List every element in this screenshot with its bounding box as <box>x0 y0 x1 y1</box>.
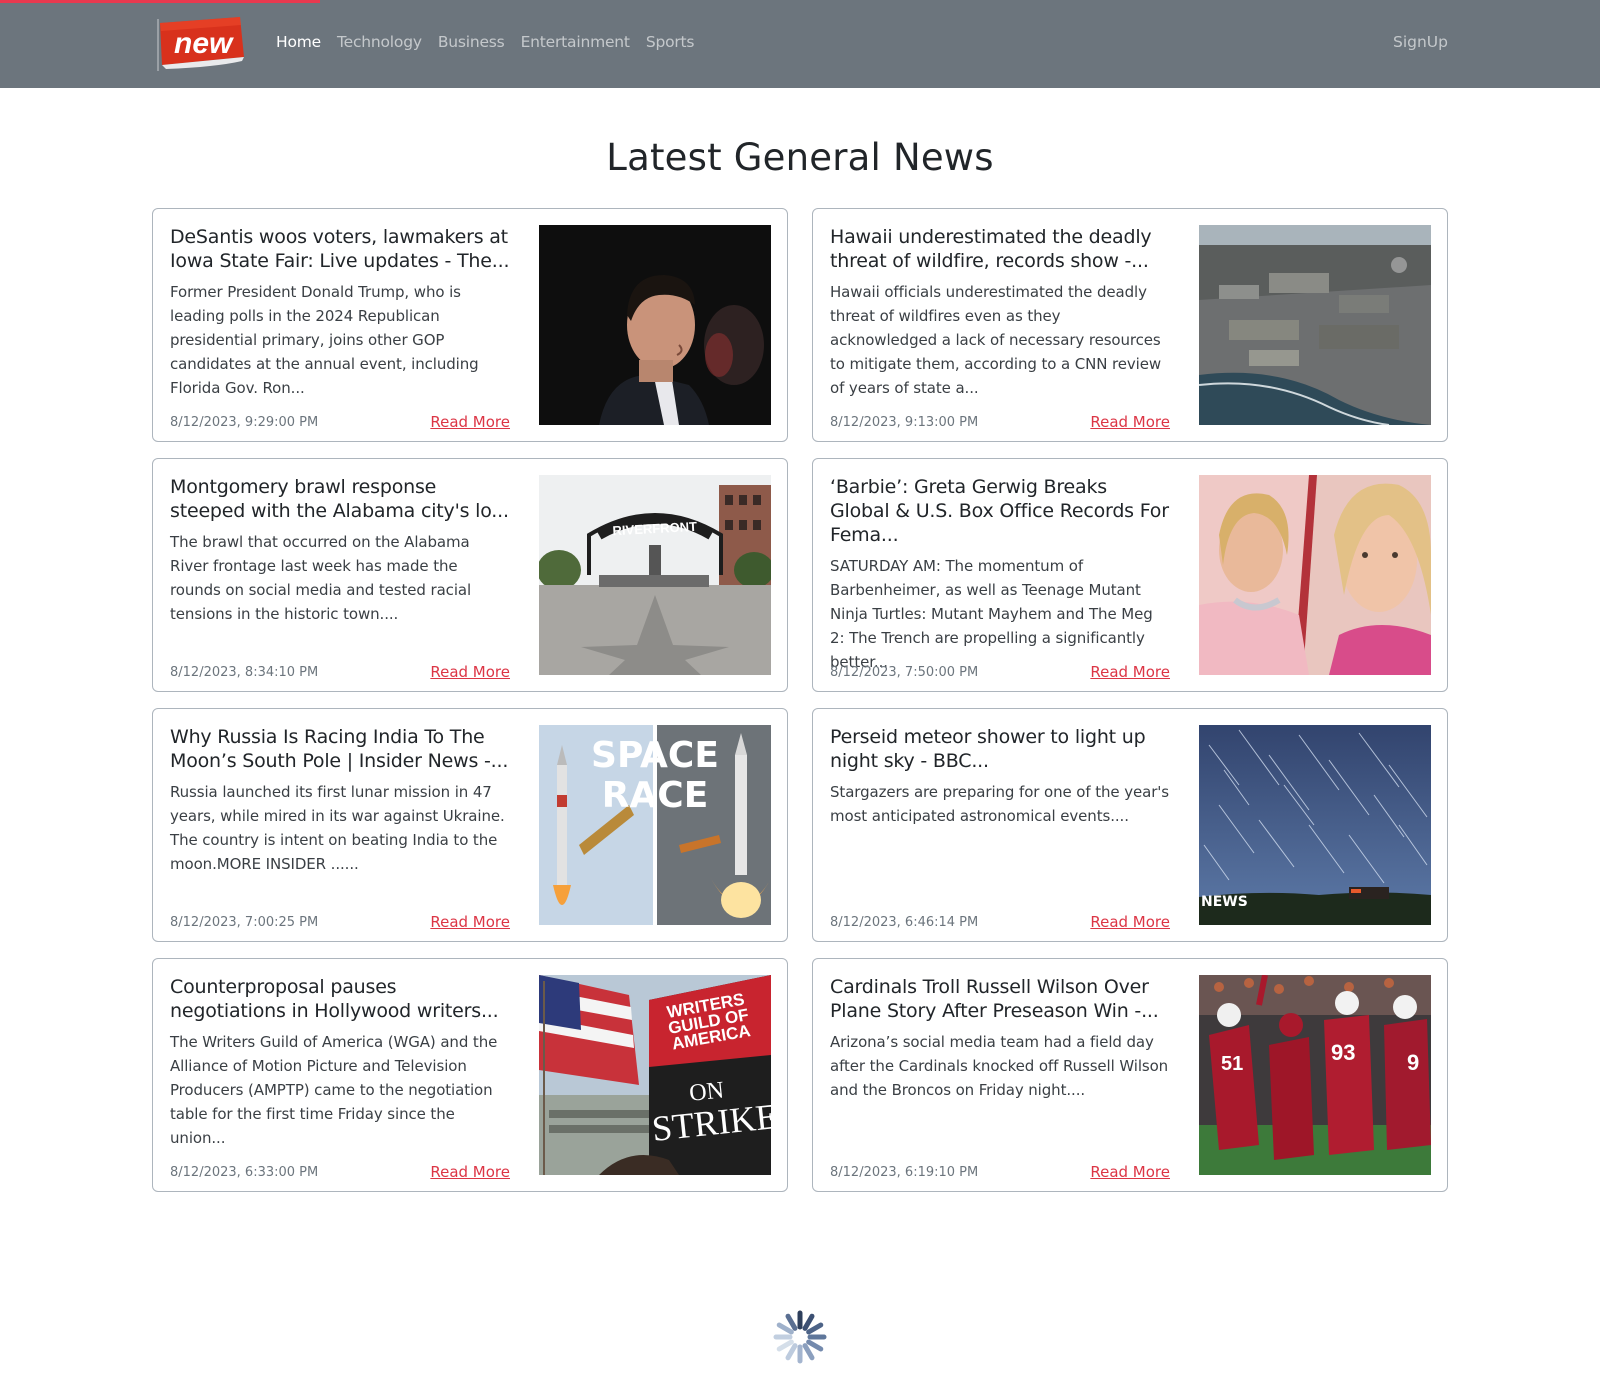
read-more-link[interactable]: Read More <box>430 663 510 681</box>
writers-strike-photo: WRITERS GUILD OF AMERICA ON STRIKE <box>539 975 771 1175</box>
space-race-photo: SPACE RACE <box>539 725 771 925</box>
card-description: Arizona’s social media team had a field … <box>830 1033 1169 1099</box>
riverfront-arch-photo: RIVERFRONT <box>539 475 771 675</box>
new-flag-logo-icon: new <box>157 17 244 71</box>
card-image[interactable]: WRITERS GUILD OF AMERICA ON STRIKE <box>539 975 771 1175</box>
card-body: ‘Barbie’: Greta Gerwig Breaks Global & U… <box>830 475 1170 681</box>
card-date: 8/12/2023, 9:13:00 PM <box>830 415 979 430</box>
signup-link[interactable]: SignUp <box>1393 33 1448 51</box>
card-image[interactable] <box>539 225 771 425</box>
news-card: Cardinals Troll Russell Wilson Over Plan… <box>812 958 1448 1192</box>
card-title: Counterproposal pauses negotiations in H… <box>170 976 499 1022</box>
news-card: Perseid meteor shower to light up night … <box>812 708 1448 942</box>
read-more-link[interactable]: Read More <box>430 913 510 931</box>
card-body: DeSantis woos voters, lawmakers at Iowa … <box>170 225 510 431</box>
jersey-51-text: 51 <box>1221 1053 1243 1075</box>
page-title: Latest General News <box>606 136 994 179</box>
card-image[interactable] <box>1199 225 1431 425</box>
news-card: Hawaii underestimated the deadly threat … <box>812 208 1448 442</box>
card-title: Cardinals Troll Russell Wilson Over Plan… <box>830 976 1159 1022</box>
card-date: 8/12/2023, 6:46:14 PM <box>830 915 979 930</box>
read-more-link[interactable]: Read More <box>430 1163 510 1181</box>
news-card: Why Russia Is Racing India To The Moon’s… <box>152 708 788 942</box>
card-date: 8/12/2023, 7:00:25 PM <box>170 915 319 930</box>
loading-spinner <box>770 1307 830 1367</box>
card-image[interactable] <box>1199 475 1431 675</box>
card-title: DeSantis woos voters, lawmakers at Iowa … <box>170 226 510 272</box>
card-body: Hawaii underestimated the deadly threat … <box>830 225 1170 431</box>
news-card: Counterproposal pauses negotiations in H… <box>152 958 788 1192</box>
nav-business[interactable]: Business <box>438 33 505 51</box>
card-description: Former President Donald Trump, who is le… <box>170 283 479 397</box>
card-date: 8/12/2023, 8:34:10 PM <box>170 665 319 680</box>
card-description: Hawaii officials underestimated the dead… <box>830 283 1162 397</box>
brand-text: new <box>174 27 234 60</box>
read-more-link[interactable]: Read More <box>1090 1163 1170 1181</box>
spinner-icon <box>773 1310 827 1364</box>
aerial-wildfire-photo <box>1199 225 1431 425</box>
card-date: 8/12/2023, 6:33:00 PM <box>170 1165 319 1180</box>
nav-entertainment[interactable]: Entertainment <box>521 33 630 51</box>
brand-logo[interactable]: new <box>156 15 248 73</box>
news-grid: DeSantis woos voters, lawmakers at Iowa … <box>152 208 1448 1192</box>
card-image[interactable]: 51 93 9 <box>1199 975 1431 1175</box>
read-more-link[interactable]: Read More <box>430 413 510 431</box>
two-portraits-photo <box>1199 475 1431 675</box>
news-card: ‘Barbie’: Greta Gerwig Breaks Global & U… <box>812 458 1448 692</box>
card-description: Stargazers are preparing for one of the … <box>830 783 1170 825</box>
news-watermark-text: NEWS <box>1201 894 1248 910</box>
news-card: Montgomery brawl response steeped with t… <box>152 458 788 692</box>
race-text: RACE <box>602 775 709 816</box>
nav-links: Home Technology Business Entertainment S… <box>276 33 695 51</box>
news-card: DeSantis woos voters, lawmakers at Iowa … <box>152 208 788 442</box>
card-date: 8/12/2023, 9:29:00 PM <box>170 415 319 430</box>
meteor-sky-photo: NEWS <box>1199 725 1431 925</box>
card-date: 8/12/2023, 6:19:10 PM <box>830 1165 979 1180</box>
card-body: Why Russia Is Racing India To The Moon’s… <box>170 725 510 931</box>
portrait-photo <box>539 225 771 425</box>
navbar: new Home Technology Business Entertainme… <box>0 0 1600 88</box>
read-more-link[interactable]: Read More <box>1090 413 1170 431</box>
football-players-photo: 51 93 9 <box>1199 975 1431 1175</box>
card-body: Cardinals Troll Russell Wilson Over Plan… <box>830 975 1170 1181</box>
card-description: SATURDAY AM: The momentum of Barbenheime… <box>830 557 1153 671</box>
read-more-link[interactable]: Read More <box>1090 663 1170 681</box>
card-title: Why Russia Is Racing India To The Moon’s… <box>170 726 509 772</box>
card-title: ‘Barbie’: Greta Gerwig Breaks Global & U… <box>830 476 1169 546</box>
top-loading-bar <box>0 0 320 3</box>
card-title: Perseid meteor shower to light up night … <box>830 726 1146 772</box>
jersey-93-text: 93 <box>1331 1040 1355 1065</box>
card-description: The brawl that occurred on the Alabama R… <box>170 533 472 623</box>
card-description: Russia launched its first lunar mission … <box>170 783 505 873</box>
card-image[interactable]: NEWS <box>1199 725 1431 925</box>
nav-technology[interactable]: Technology <box>337 33 422 51</box>
card-title: Montgomery brawl response steeped with t… <box>170 476 509 522</box>
space-text: SPACE <box>591 735 719 776</box>
card-date: 8/12/2023, 7:50:00 PM <box>830 665 979 680</box>
card-title: Hawaii underestimated the deadly threat … <box>830 226 1152 272</box>
nav-sports[interactable]: Sports <box>646 33 695 51</box>
card-description: The Writers Guild of America (WGA) and t… <box>170 1033 498 1147</box>
jersey-9-text: 9 <box>1407 1050 1419 1075</box>
card-body: Counterproposal pauses negotiations in H… <box>170 975 510 1181</box>
nav-home[interactable]: Home <box>276 33 321 51</box>
read-more-link[interactable]: Read More <box>1090 913 1170 931</box>
card-body: Perseid meteor shower to light up night … <box>830 725 1170 931</box>
card-image[interactable]: SPACE RACE <box>539 725 771 925</box>
card-image[interactable]: RIVERFRONT <box>539 475 771 675</box>
card-body: Montgomery brawl response steeped with t… <box>170 475 510 681</box>
